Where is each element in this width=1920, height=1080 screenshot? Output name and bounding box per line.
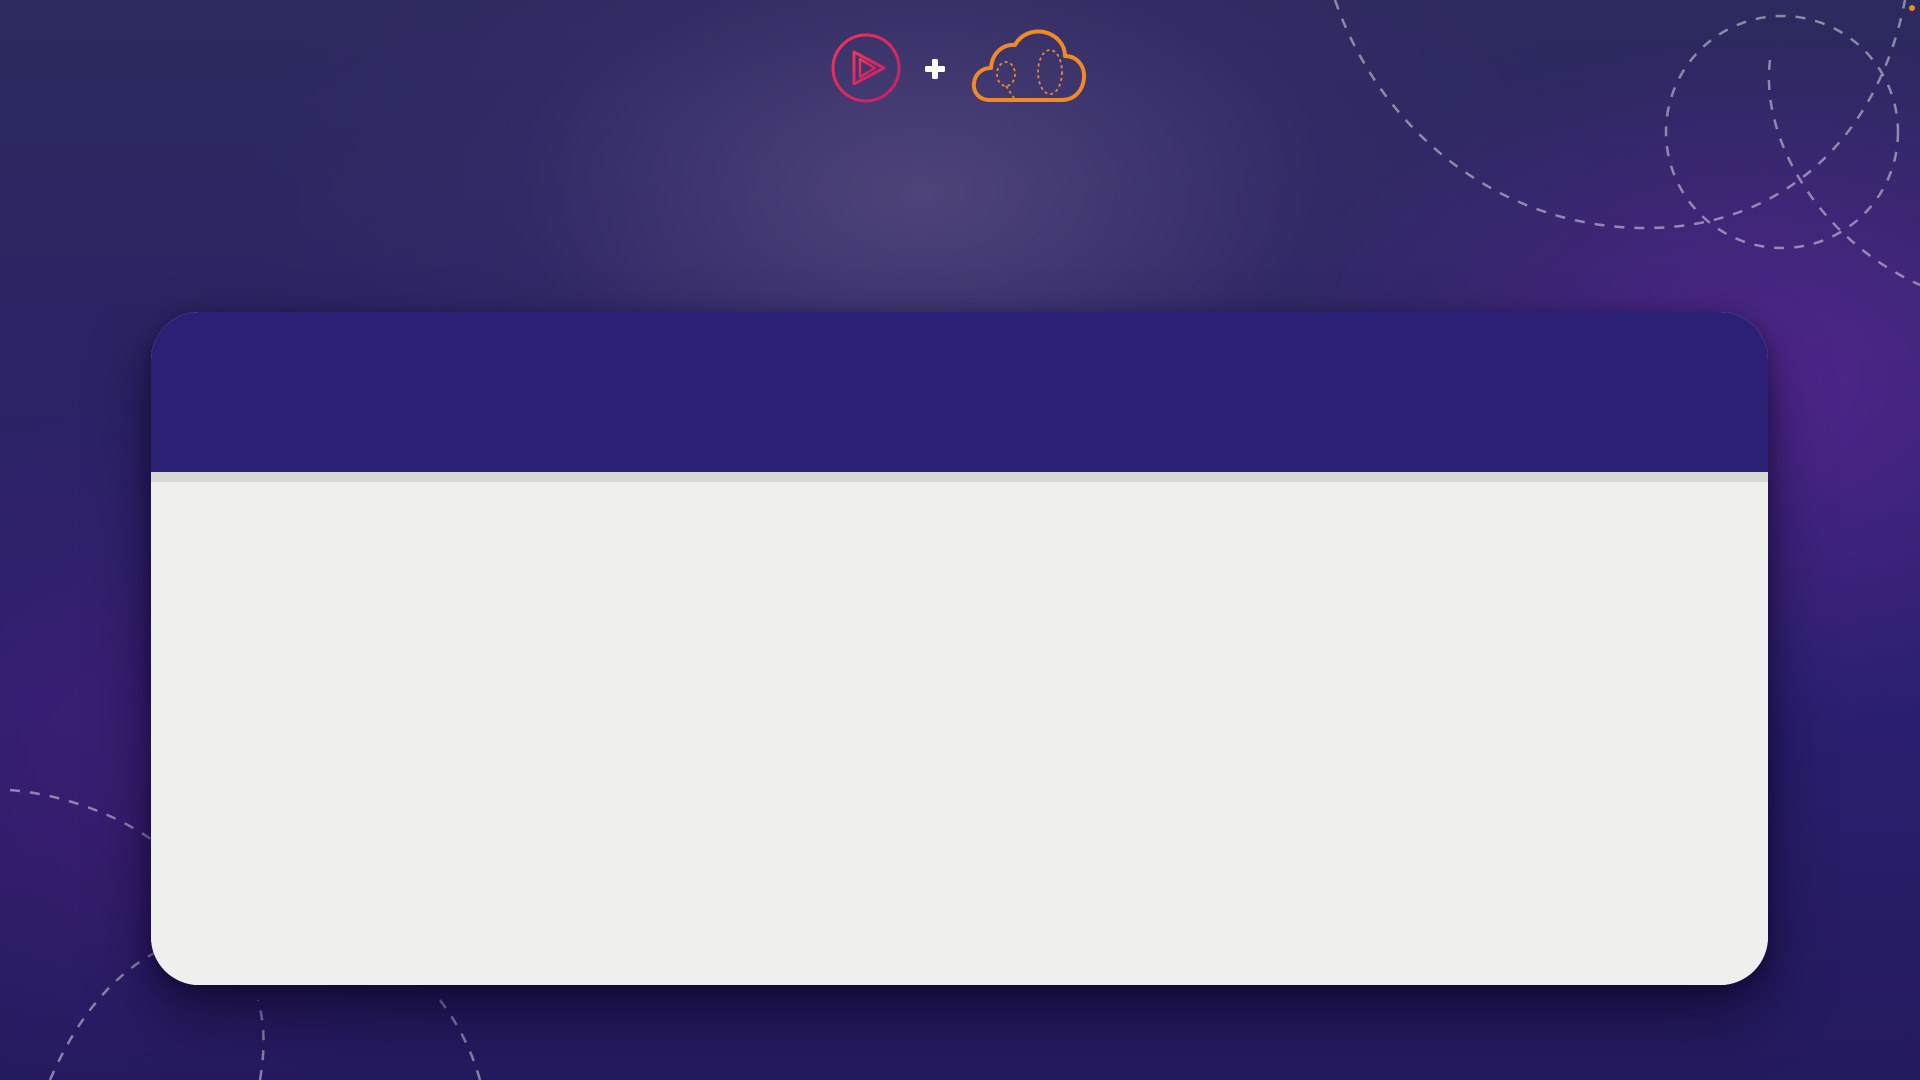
plus-icon bbox=[925, 59, 945, 79]
card-divider bbox=[151, 472, 1768, 482]
dashed-arc-right bbox=[1767, 59, 1920, 287]
dashed-arc-bottom-left bbox=[48, 948, 161, 1080]
card-body bbox=[151, 482, 1768, 985]
content-card bbox=[151, 312, 1768, 985]
play-circle-icon bbox=[831, 33, 901, 103]
dashed-arc-bottom-center-left bbox=[256, 999, 265, 1080]
accent-dot bbox=[1909, 5, 1915, 11]
logo-bar bbox=[830, 28, 1090, 104]
card-header bbox=[151, 312, 1768, 472]
dashed-circle-top-right bbox=[1664, 14, 1900, 250]
slide-stage bbox=[0, 0, 1920, 1080]
dashed-arc-left bbox=[9, 788, 166, 851]
dashed-arc-top-right bbox=[1333, 0, 1907, 230]
cloud-icon bbox=[971, 29, 1087, 102]
dashed-arc-bottom-center bbox=[438, 999, 482, 1080]
